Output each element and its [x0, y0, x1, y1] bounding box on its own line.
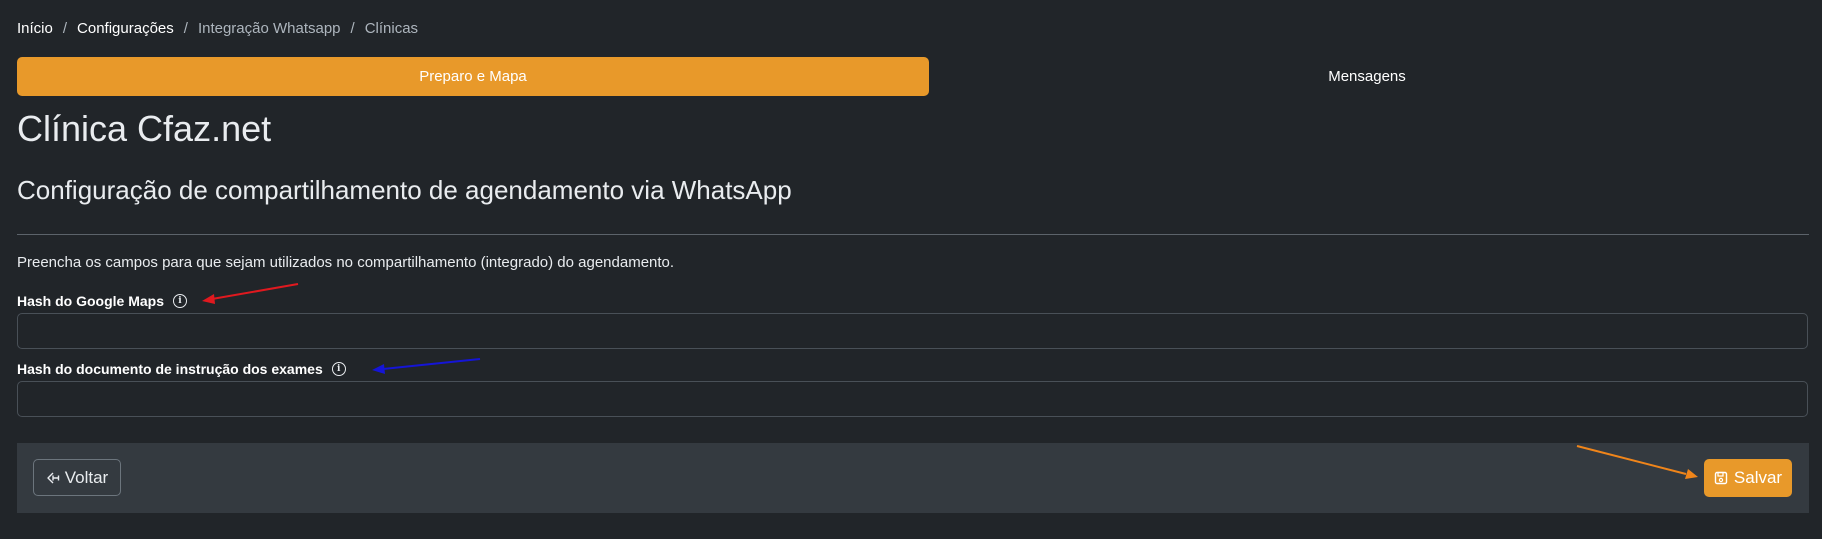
form-description: Preencha os campos para que sejam utiliz… — [17, 254, 675, 271]
back-button[interactable]: Voltar — [33, 459, 121, 496]
breadcrumb-separator: / — [62, 20, 68, 37]
floppy-disk-icon — [1714, 471, 1728, 485]
form-footer — [17, 443, 1809, 513]
exam-doc-hash-label-text: Hash do documento de instrução dos exame… — [17, 361, 323, 377]
breadcrumb-separator: / — [183, 20, 188, 37]
breadcrumb-item-inicio[interactable]: Início — [17, 20, 53, 37]
breadcrumb-item-configuracoes[interactable]: Configurações — [77, 20, 174, 37]
save-button-label: Salvar — [1733, 468, 1783, 487]
page-title: Clínica Cfaz.net — [17, 108, 272, 149]
tab-preparo-e-mapa[interactable]: Preparo e Mapa — [17, 57, 929, 96]
exam-doc-hash-input[interactable] — [17, 381, 1808, 417]
breadcrumb-separator: / — [350, 20, 355, 37]
exam-doc-hash-label: Hash do documento de instrução dos exame… — [17, 361, 346, 377]
breadcrumb-item-integracao[interactable]: Integração Whatsapp — [198, 20, 341, 37]
info-icon[interactable]: i — [173, 294, 188, 308]
maps-hash-label-text: Hash do Google Maps — [17, 293, 165, 309]
red-arrow — [202, 283, 299, 304]
tab-mensagens[interactable]: Mensagens — [929, 57, 1805, 96]
info-icon[interactable]: i — [331, 362, 346, 376]
back-button-label: Voltar — [64, 467, 109, 487]
section-title: Configuração de compartilhamento de agen… — [17, 175, 792, 205]
maps-hash-input[interactable] — [17, 313, 1808, 349]
blue-arrow — [372, 358, 481, 374]
breadcrumb-item-clinicas: Clínicas — [364, 20, 419, 37]
maps-hash-label: Hash do Google Maps i — [17, 293, 188, 309]
arrow-left-icon — [47, 472, 59, 483]
save-button[interactable]: Salvar — [1704, 459, 1792, 497]
divider — [17, 234, 1809, 235]
breadcrumb: Início / Configurações / Integração What… — [17, 20, 418, 37]
